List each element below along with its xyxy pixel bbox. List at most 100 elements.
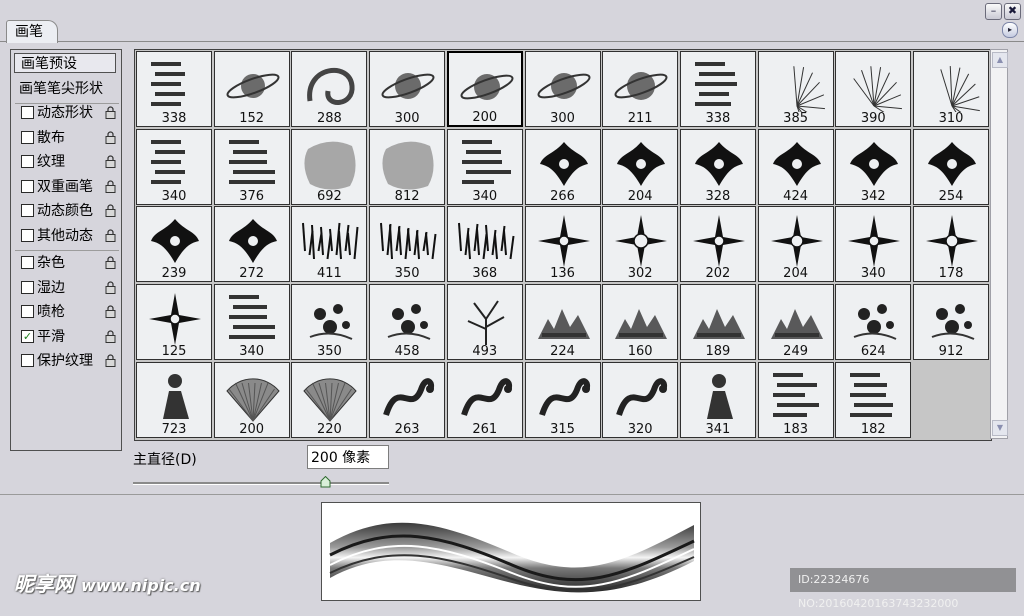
close-button[interactable]: ✖ [1004, 3, 1021, 20]
grid-scrollbar[interactable]: ▲ ▼ [990, 49, 1008, 439]
option-options_group2-3[interactable]: ✓ 平滑 [19, 327, 119, 347]
brush-presets-button[interactable]: 画笔预设 [14, 53, 116, 73]
brush-preset-cell[interactable]: 182 [835, 361, 912, 438]
option-checkbox[interactable] [21, 130, 34, 144]
option-checkbox[interactable] [21, 280, 34, 294]
lock-icon[interactable] [105, 329, 116, 343]
brush-preset-cell[interactable]: 340 [446, 128, 523, 205]
brush-preset-cell[interactable]: 812 [369, 128, 446, 205]
brush-preset-cell[interactable]: 338 [679, 51, 756, 127]
brush-preset-cell[interactable]: 125 [136, 284, 212, 361]
panel-menu-button[interactable]: ▸ [1002, 22, 1018, 38]
brush-preset-cell[interactable]: 136 [524, 206, 601, 283]
brush-preset-cell[interactable]: 254 [913, 128, 989, 205]
lock-icon[interactable] [105, 354, 116, 367]
brush-preset-cell[interactable]: 692 [291, 128, 368, 205]
brush-preset-cell[interactable]: 424 [757, 128, 834, 205]
brush-preset-cell[interactable]: 200 [213, 361, 290, 438]
option-options_group1-2[interactable]: 纹理 [19, 152, 119, 172]
option-checkbox[interactable] [21, 204, 34, 217]
brush-preset-cell[interactable]: 385 [757, 51, 834, 127]
brush-preset-cell[interactable]: 224 [524, 284, 601, 361]
brush-preset-cell[interactable]: 368 [446, 206, 523, 283]
option-checkbox[interactable]: ✓ [21, 329, 34, 343]
brush-preset-cell[interactable]: 340 [213, 284, 290, 361]
brush-preset-cell[interactable]: 202 [679, 206, 756, 283]
option-options_group2-1[interactable]: 湿边 [19, 278, 119, 298]
brush-preset-cell[interactable]: 328 [679, 128, 756, 205]
option-checkbox[interactable] [21, 179, 34, 193]
option-options_group2-0[interactable]: 杂色 [19, 253, 119, 273]
brush-preset-cell[interactable]: 912 [913, 284, 989, 361]
brush-preset-cell[interactable]: 624 [835, 284, 912, 361]
brush-preset-cell[interactable]: 723 [136, 361, 212, 438]
lock-icon[interactable] [105, 179, 116, 193]
brush-preset-cell[interactable]: 183 [757, 361, 834, 438]
brush-preset-cell[interactable]: 266 [524, 128, 601, 205]
brush-preset-cell[interactable]: 376 [213, 128, 290, 205]
brush-preset-cell[interactable]: 320 [602, 361, 679, 438]
brush-preset-cell[interactable]: 220 [291, 361, 368, 438]
diameter-slider-thumb[interactable] [320, 476, 331, 488]
brush-preset-cell[interactable]: 340 [835, 206, 912, 283]
brush-floral-thumbnail [853, 304, 897, 341]
tab-brushes[interactable]: 画笔 [6, 20, 58, 43]
brush-preset-cell[interactable]: 302 [602, 206, 679, 283]
diameter-slider-track[interactable] [133, 482, 389, 485]
brush-preset-cell[interactable]: 160 [602, 284, 679, 361]
lock-icon[interactable] [105, 155, 116, 168]
minimize-button[interactable]: – [985, 3, 1002, 20]
option-options_group2-2[interactable]: 喷枪 [19, 302, 119, 322]
lock-icon[interactable] [105, 228, 116, 242]
lock-icon[interactable] [105, 106, 116, 119]
option-options_group2-4[interactable]: 保护纹理 [19, 351, 119, 371]
brush-preset-cell[interactable]: 272 [213, 206, 290, 283]
brush-preset-cell[interactable]: 239 [136, 206, 212, 283]
master-diameter-input[interactable]: 200 像素 [307, 445, 389, 469]
brush-preset-cell[interactable]: 204 [757, 206, 834, 283]
option-options_group1-5[interactable]: 其他动态 [19, 226, 119, 246]
brush-preset-cell[interactable]: 458 [369, 284, 446, 361]
brush-preset-cell[interactable]: 300 [524, 51, 601, 127]
brush-preset-cell[interactable]: 310 [913, 51, 989, 127]
brush-preset-cell[interactable]: 178 [913, 206, 989, 283]
brush-preset-cell[interactable]: 350 [291, 284, 368, 361]
lock-icon[interactable] [105, 305, 116, 318]
option-checkbox[interactable] [21, 305, 34, 318]
option-checkbox[interactable] [21, 228, 34, 242]
brush-preset-cell[interactable]: 350 [369, 206, 446, 283]
brush-preset-cell[interactable]: 390 [835, 51, 912, 127]
brush-preset-cell[interactable]: 152 [213, 51, 290, 127]
brush-preset-cell[interactable]: 261 [446, 361, 523, 438]
brush-preset-cell[interactable]: 342 [835, 128, 912, 205]
option-checkbox[interactable] [21, 106, 34, 119]
option-options_group1-1[interactable]: 散布 [19, 128, 119, 148]
brush-preset-cell[interactable]: 315 [524, 361, 601, 438]
option-options_group1-4[interactable]: 动态颜色 [19, 201, 119, 221]
lock-icon[interactable] [105, 204, 116, 217]
option-checkbox[interactable] [21, 155, 34, 168]
brush-preset-cell[interactable]: 300 [369, 51, 446, 127]
scroll-down-arrow[interactable]: ▼ [992, 420, 1008, 436]
brush-preset-cell[interactable]: 338 [136, 51, 212, 127]
lock-icon[interactable] [105, 130, 116, 144]
lock-icon[interactable] [105, 280, 116, 294]
option-checkbox[interactable] [21, 256, 34, 269]
brush-preset-cell[interactable]: 341 [679, 361, 756, 438]
option-checkbox[interactable] [21, 354, 34, 367]
brush-tip-shape-item[interactable]: 画笔笔尖形状 [19, 79, 103, 99]
brush-preset-cell[interactable]: 204 [602, 128, 679, 205]
brush-preset-cell[interactable]: 249 [757, 284, 834, 361]
brush-preset-cell[interactable]: 288 [291, 51, 368, 127]
brush-preset-cell[interactable]: 263 [369, 361, 446, 438]
brush-preset-cell[interactable]: 189 [679, 284, 756, 361]
brush-preset-cell[interactable]: 493 [446, 284, 523, 361]
scroll-up-arrow[interactable]: ▲ [992, 52, 1008, 68]
brush-preset-cell[interactable]: 200 [446, 51, 523, 127]
brush-preset-cell[interactable]: 211 [602, 51, 679, 127]
option-options_group1-3[interactable]: 双重画笔 [19, 177, 119, 197]
option-options_group1-0[interactable]: 动态形状 [19, 103, 119, 123]
brush-preset-cell[interactable]: 340 [136, 128, 212, 205]
brush-preset-cell[interactable]: 411 [291, 206, 368, 283]
lock-icon[interactable] [105, 256, 116, 269]
